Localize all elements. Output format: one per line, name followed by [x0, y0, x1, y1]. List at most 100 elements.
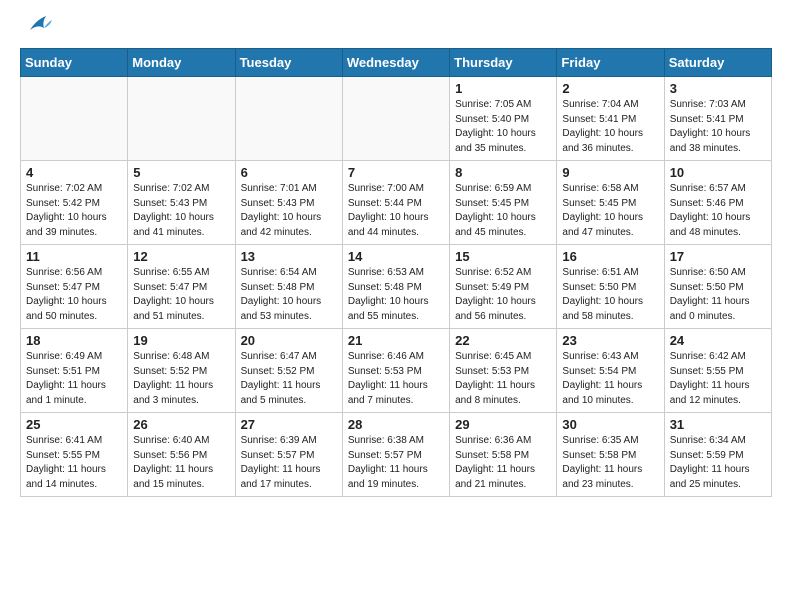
- day-info: Sunrise: 6:59 AM Sunset: 5:45 PM Dayligh…: [455, 182, 551, 240]
- day-number: 20: [241, 333, 337, 348]
- calendar-cell: 25 Sunrise: 6:41 AM Sunset: 5:55 PM Dayli…: [21, 413, 128, 497]
- day-number: 9: [562, 165, 658, 180]
- day-number: 26: [133, 417, 229, 432]
- calendar-cell: 1Sunrise: 7:05 AM Sunset: 5:40 PM Daylig…: [450, 77, 557, 161]
- day-info: Sunrise: 6:36 AM Sunset: 5:58 PM Dayligh…: [455, 434, 551, 492]
- calendar-cell: 9 Sunrise: 6:58 AM Sunset: 5:45 PM Daylig…: [557, 161, 664, 245]
- day-info: Sunrise: 6:47 AM Sunset: 5:52 PM Dayligh…: [241, 350, 337, 408]
- day-number: 17: [670, 249, 766, 264]
- day-number: 6: [241, 165, 337, 180]
- calendar-cell: 18Sunrise: 6:49 AM Sunset: 5:51 PM Dayli…: [21, 329, 128, 413]
- weekday-header-thursday: Thursday: [450, 49, 557, 77]
- calendar-cell: 23Sunrise: 6:43 AM Sunset: 5:54 PM Dayli…: [557, 329, 664, 413]
- day-info: Sunrise: 6:41 AM Sunset: 5:55 PM Dayligh…: [26, 434, 122, 492]
- day-info: Sunrise: 6:38 AM Sunset: 5:57 PM Dayligh…: [348, 434, 444, 492]
- day-info: Sunrise: 6:35 AM Sunset: 5:58 PM Dayligh…: [562, 434, 658, 492]
- calendar-cell: 28 Sunrise: 6:38 AM Sunset: 5:57 PM Dayli…: [342, 413, 449, 497]
- day-number: 24: [670, 333, 766, 348]
- day-number: 7: [348, 165, 444, 180]
- day-number: 2: [562, 81, 658, 96]
- day-info: Sunrise: 6:54 AM Sunset: 5:48 PM Dayligh…: [241, 266, 337, 324]
- day-number: 15: [455, 249, 551, 264]
- calendar-cell: 19 Sunrise: 6:48 AM Sunset: 5:52 PM Dayli…: [128, 329, 235, 413]
- calendar-table: SundayMondayTuesdayWednesdayThursdayFrid…: [20, 48, 772, 497]
- day-info: Sunrise: 6:48 AM Sunset: 5:52 PM Dayligh…: [133, 350, 229, 408]
- calendar-cell: 30 Sunrise: 6:35 AM Sunset: 5:58 PM Dayli…: [557, 413, 664, 497]
- day-info: Sunrise: 6:45 AM Sunset: 5:53 PM Dayligh…: [455, 350, 551, 408]
- calendar-cell: 26 Sunrise: 6:40 AM Sunset: 5:56 PM Dayli…: [128, 413, 235, 497]
- week-row-3: 11 Sunrise: 6:56 AM Sunset: 5:47 PM Dayli…: [21, 245, 772, 329]
- day-number: 25: [26, 417, 122, 432]
- day-info: Sunrise: 6:40 AM Sunset: 5:56 PM Dayligh…: [133, 434, 229, 492]
- weekday-header-monday: Monday: [128, 49, 235, 77]
- calendar-cell: 3 Sunrise: 7:03 AM Sunset: 5:41 PM Daylig…: [664, 77, 771, 161]
- day-info: Sunrise: 7:05 AM Sunset: 5:40 PM Dayligh…: [455, 98, 551, 156]
- calendar-cell: 17 Sunrise: 6:50 AM Sunset: 5:50 PM Dayli…: [664, 245, 771, 329]
- calendar-cell: 15 Sunrise: 6:52 AM Sunset: 5:49 PM Dayli…: [450, 245, 557, 329]
- calendar-cell: 11 Sunrise: 6:56 AM Sunset: 5:47 PM Dayli…: [21, 245, 128, 329]
- day-info: Sunrise: 7:03 AM Sunset: 5:41 PM Dayligh…: [670, 98, 766, 156]
- calendar-cell: 13 Sunrise: 6:54 AM Sunset: 5:48 PM Dayli…: [235, 245, 342, 329]
- day-info: Sunrise: 6:50 AM Sunset: 5:50 PM Dayligh…: [670, 266, 766, 324]
- week-row-1: 1Sunrise: 7:05 AM Sunset: 5:40 PM Daylig…: [21, 77, 772, 161]
- day-number: 27: [241, 417, 337, 432]
- weekday-header-sunday: Sunday: [21, 49, 128, 77]
- calendar-cell: 6 Sunrise: 7:01 AM Sunset: 5:43 PM Daylig…: [235, 161, 342, 245]
- day-number: 16: [562, 249, 658, 264]
- day-info: Sunrise: 6:49 AM Sunset: 5:51 PM Dayligh…: [26, 350, 122, 408]
- day-number: 11: [26, 249, 122, 264]
- calendar-cell: 24 Sunrise: 6:42 AM Sunset: 5:55 PM Dayli…: [664, 329, 771, 413]
- day-number: 22: [455, 333, 551, 348]
- day-info: Sunrise: 7:02 AM Sunset: 5:42 PM Dayligh…: [26, 182, 122, 240]
- calendar-cell: [342, 77, 449, 161]
- calendar-cell: 8 Sunrise: 6:59 AM Sunset: 5:45 PM Daylig…: [450, 161, 557, 245]
- day-info: Sunrise: 6:52 AM Sunset: 5:49 PM Dayligh…: [455, 266, 551, 324]
- day-number: 8: [455, 165, 551, 180]
- day-info: Sunrise: 6:39 AM Sunset: 5:57 PM Dayligh…: [241, 434, 337, 492]
- weekday-header-tuesday: Tuesday: [235, 49, 342, 77]
- day-number: 19: [133, 333, 229, 348]
- calendar-cell: 10 Sunrise: 6:57 AM Sunset: 5:46 PM Dayli…: [664, 161, 771, 245]
- week-row-5: 25 Sunrise: 6:41 AM Sunset: 5:55 PM Dayli…: [21, 413, 772, 497]
- day-info: Sunrise: 6:56 AM Sunset: 5:47 PM Dayligh…: [26, 266, 122, 324]
- day-number: 10: [670, 165, 766, 180]
- day-info: Sunrise: 6:42 AM Sunset: 5:55 PM Dayligh…: [670, 350, 766, 408]
- day-info: Sunrise: 6:34 AM Sunset: 5:59 PM Dayligh…: [670, 434, 766, 492]
- day-number: 13: [241, 249, 337, 264]
- week-row-2: 4 Sunrise: 7:02 AM Sunset: 5:42 PM Daylig…: [21, 161, 772, 245]
- calendar-page: SundayMondayTuesdayWednesdayThursdayFrid…: [0, 0, 792, 513]
- calendar-cell: [128, 77, 235, 161]
- day-info: Sunrise: 6:57 AM Sunset: 5:46 PM Dayligh…: [670, 182, 766, 240]
- calendar-cell: 29 Sunrise: 6:36 AM Sunset: 5:58 PM Dayli…: [450, 413, 557, 497]
- day-number: 4: [26, 165, 122, 180]
- day-number: 12: [133, 249, 229, 264]
- calendar-cell: 16 Sunrise: 6:51 AM Sunset: 5:50 PM Dayli…: [557, 245, 664, 329]
- day-info: Sunrise: 7:02 AM Sunset: 5:43 PM Dayligh…: [133, 182, 229, 240]
- logo: [20, 20, 54, 40]
- day-info: Sunrise: 7:04 AM Sunset: 5:41 PM Dayligh…: [562, 98, 658, 156]
- weekday-header-wednesday: Wednesday: [342, 49, 449, 77]
- day-number: 29: [455, 417, 551, 432]
- calendar-cell: 12 Sunrise: 6:55 AM Sunset: 5:47 PM Dayli…: [128, 245, 235, 329]
- day-number: 23: [562, 333, 658, 348]
- calendar-cell: 5 Sunrise: 7:02 AM Sunset: 5:43 PM Daylig…: [128, 161, 235, 245]
- day-info: Sunrise: 7:01 AM Sunset: 5:43 PM Dayligh…: [241, 182, 337, 240]
- header: [20, 16, 772, 40]
- day-number: 21: [348, 333, 444, 348]
- day-number: 28: [348, 417, 444, 432]
- day-number: 30: [562, 417, 658, 432]
- day-number: 3: [670, 81, 766, 96]
- calendar-cell: 21Sunrise: 6:46 AM Sunset: 5:53 PM Dayli…: [342, 329, 449, 413]
- week-row-4: 18Sunrise: 6:49 AM Sunset: 5:51 PM Dayli…: [21, 329, 772, 413]
- calendar-cell: [235, 77, 342, 161]
- weekday-header-friday: Friday: [557, 49, 664, 77]
- day-number: 14: [348, 249, 444, 264]
- calendar-cell: 31Sunrise: 6:34 AM Sunset: 5:59 PM Dayli…: [664, 413, 771, 497]
- day-info: Sunrise: 6:58 AM Sunset: 5:45 PM Dayligh…: [562, 182, 658, 240]
- day-info: Sunrise: 7:00 AM Sunset: 5:44 PM Dayligh…: [348, 182, 444, 240]
- calendar-cell: 14Sunrise: 6:53 AM Sunset: 5:48 PM Dayli…: [342, 245, 449, 329]
- day-number: 5: [133, 165, 229, 180]
- calendar-cell: 2 Sunrise: 7:04 AM Sunset: 5:41 PM Daylig…: [557, 77, 664, 161]
- day-info: Sunrise: 6:51 AM Sunset: 5:50 PM Dayligh…: [562, 266, 658, 324]
- day-info: Sunrise: 6:55 AM Sunset: 5:47 PM Dayligh…: [133, 266, 229, 324]
